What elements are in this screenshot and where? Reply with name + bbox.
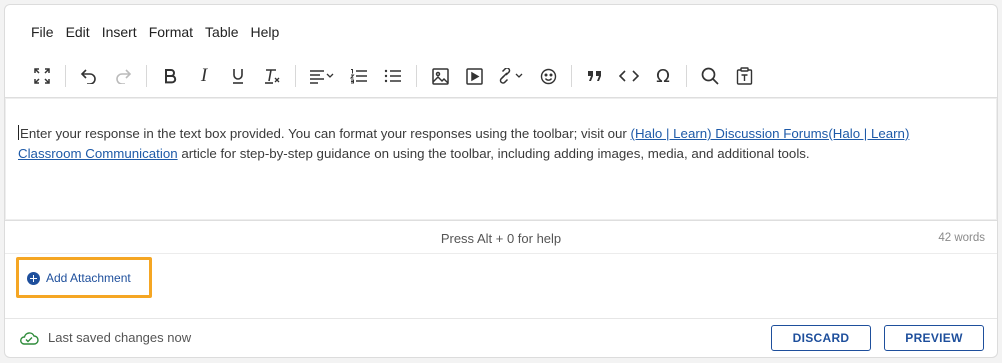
bullet-list-icon — [384, 69, 401, 83]
code-button[interactable] — [612, 60, 646, 92]
blockquote-icon — [588, 71, 601, 81]
toolbar-divider — [65, 65, 66, 87]
toolbar-divider — [686, 65, 687, 87]
editor-card: File Edit Insert Format Table Help I Ω E… — [4, 4, 998, 358]
fullscreen-icon — [34, 68, 50, 84]
word-count[interactable]: 42 words — [938, 232, 985, 244]
editor-content-area[interactable]: Enter your response in the text box prov… — [5, 97, 997, 221]
media-button[interactable] — [457, 60, 491, 92]
save-status: Last saved changes now — [19, 330, 191, 345]
menu-format[interactable]: Format — [143, 21, 199, 43]
paste-text-icon — [736, 67, 752, 85]
editor-text: Enter your response in the text box prov… — [18, 124, 958, 164]
discard-button[interactable]: DISCARD — [771, 325, 871, 351]
blockquote-button[interactable] — [578, 60, 612, 92]
link-icon — [499, 68, 523, 84]
add-circle-icon — [27, 271, 40, 285]
special-character-button[interactable]: Ω — [646, 60, 680, 92]
code-icon — [619, 70, 639, 82]
toolbar-divider — [295, 65, 296, 87]
divider — [5, 318, 997, 319]
clear-formatting-icon — [265, 69, 280, 84]
toolbar-divider — [571, 65, 572, 87]
menu-bar: File Edit Insert Format Table Help — [25, 21, 285, 43]
menu-edit[interactable]: Edit — [60, 21, 96, 43]
toolbar: I Ω — [25, 59, 761, 93]
redo-button[interactable] — [106, 60, 140, 92]
numbered-list-icon — [350, 69, 367, 84]
undo-button[interactable] — [72, 60, 106, 92]
redo-icon — [116, 69, 132, 84]
image-icon — [431, 67, 449, 85]
menu-file[interactable]: File — [25, 21, 60, 43]
preview-button[interactable]: PREVIEW — [884, 325, 984, 351]
align-icon — [310, 70, 334, 84]
menu-insert[interactable]: Insert — [96, 21, 143, 43]
bold-icon — [165, 69, 177, 84]
bold-button[interactable] — [153, 60, 187, 92]
help-hint: Press Alt + 0 for help — [440, 231, 562, 246]
link-dropdown-button[interactable] — [491, 60, 531, 92]
cloud-check-icon — [20, 331, 39, 345]
add-attachment-button[interactable]: Add Attachment — [27, 271, 131, 285]
menu-table[interactable]: Table — [199, 21, 244, 43]
emoji-button[interactable] — [531, 60, 565, 92]
underline-icon — [233, 69, 243, 84]
status-bar: Press Alt + 0 for help 42 words — [5, 225, 997, 253]
bullet-list-button[interactable] — [376, 60, 410, 92]
special-character-icon: Ω — [656, 65, 670, 87]
saved-status-text: Last saved changes now — [48, 330, 192, 345]
search-icon — [701, 67, 719, 85]
italic-icon: I — [200, 65, 208, 86]
numbered-list-button[interactable] — [342, 60, 376, 92]
media-icon — [465, 67, 483, 85]
toolbar-divider — [416, 65, 417, 87]
underline-button[interactable] — [221, 60, 255, 92]
align-dropdown-button[interactable] — [302, 60, 342, 92]
emoji-icon — [540, 68, 556, 84]
clear-formatting-button[interactable] — [255, 60, 289, 92]
italic-button[interactable]: I — [187, 60, 221, 92]
add-attachment-label: Add Attachment — [46, 271, 131, 285]
editor-text-after: article for step-by-step guidance on usi… — [177, 146, 810, 161]
menu-help[interactable]: Help — [245, 21, 286, 43]
editor-text-before: Enter your response in the text box prov… — [20, 126, 631, 141]
paste-text-button[interactable] — [727, 60, 761, 92]
fullscreen-button[interactable] — [25, 60, 59, 92]
text-caret — [18, 125, 19, 140]
divider — [5, 253, 997, 254]
search-button[interactable] — [693, 60, 727, 92]
image-button[interactable] — [423, 60, 457, 92]
undo-icon — [80, 69, 96, 84]
toolbar-divider — [146, 65, 147, 87]
